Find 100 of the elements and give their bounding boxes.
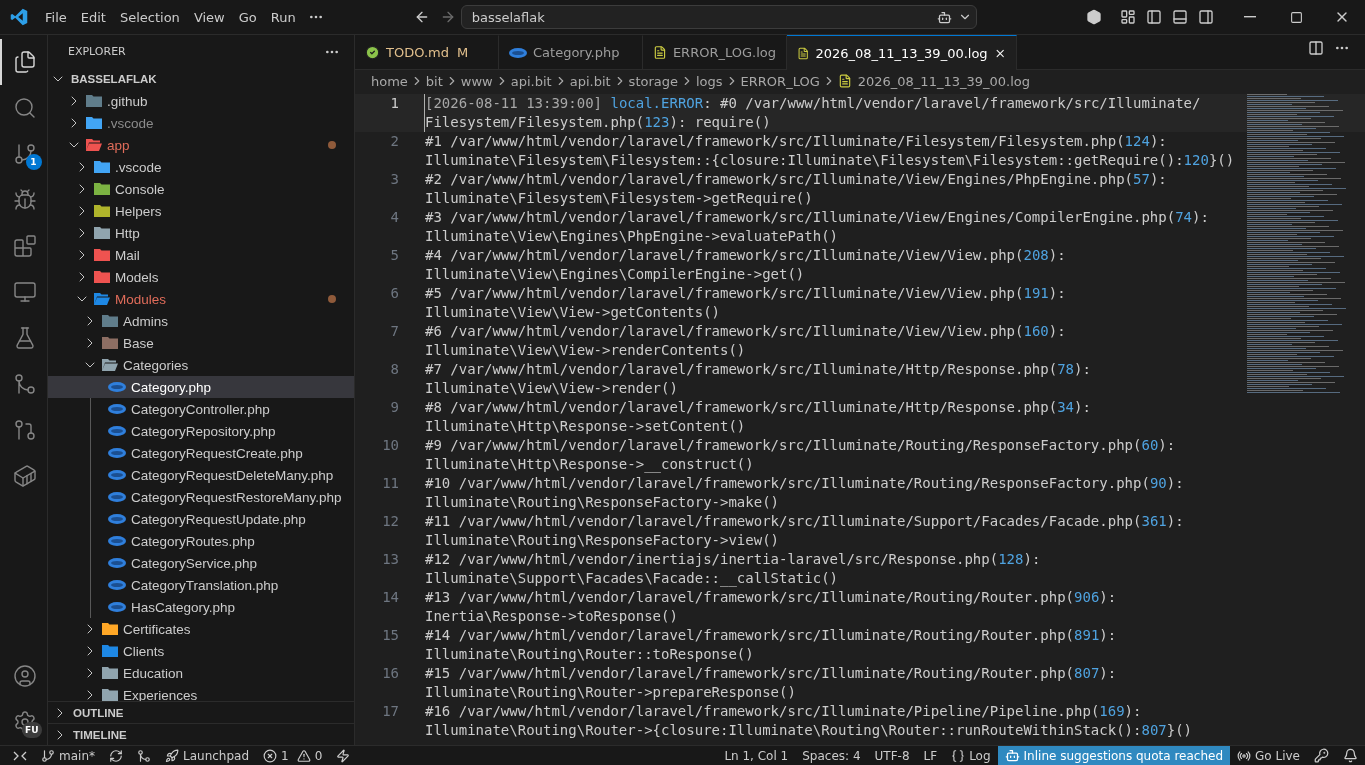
- warning-icon: [296, 748, 311, 763]
- source-control-tab[interactable]: 1: [0, 131, 48, 177]
- line-number: 15: [381, 626, 400, 645]
- log-line: [2026-08-11 13:39:00] local.ERROR: #0 /var/www/html/vendor/laravel/framework/src/Illuminate/ Filesystem/Filesystem.php(123): require(): [424, 94, 1201, 132]
- folder-row[interactable]: Base: [48, 332, 354, 354]
- sync-icon: [109, 748, 123, 763]
- status-item[interactable]: LF: [916, 745, 945, 765]
- count-badge: FU: [22, 722, 42, 738]
- folder-row[interactable]: Categories: [48, 354, 354, 376]
- status-item[interactable]: Spaces: 4: [795, 745, 868, 765]
- maximize-icon: [1289, 10, 1303, 24]
- problems-button[interactable]: 1 0: [256, 745, 330, 765]
- panel-bottom-icon: [1172, 9, 1188, 25]
- bot-icon: [1004, 748, 1020, 763]
- file-row[interactable]: HasCategory.php: [48, 596, 354, 618]
- line-number: 10: [381, 436, 400, 455]
- remote-icon: [13, 749, 27, 762]
- file-row[interactable]: CategoryRequestDeleteMany.php: [48, 464, 354, 486]
- search-icon: [12, 96, 37, 120]
- menu-item[interactable]: Run: [263, 5, 303, 29]
- breadcrumb-item[interactable]: www: [460, 73, 493, 89]
- language-button[interactable]: Log: [944, 745, 998, 765]
- file-row[interactable]: CategoryRequestCreate.php: [48, 442, 354, 464]
- php-file-icon: [108, 492, 126, 502]
- line-number: 1: [389, 94, 400, 113]
- section-header[interactable]: OUTLINE: [48, 701, 354, 723]
- folder-row[interactable]: Http: [48, 222, 354, 244]
- folder-row[interactable]: Modules: [48, 288, 354, 310]
- file-text-icon: [797, 45, 810, 61]
- menu-item[interactable]: Edit: [73, 5, 113, 29]
- line-number: 2: [389, 132, 400, 151]
- folder-row[interactable]: .vscode: [48, 156, 354, 178]
- breadcrumb-item[interactable]: bit: [425, 73, 443, 89]
- branch-button[interactable]: main*: [34, 745, 102, 765]
- line-number: 3: [389, 170, 400, 189]
- log-line: #1 /var/www/html/vendor/laravel/framework/src/Illuminate/Filesystem/Filesystem.php(124): Illuminate\Filesystem\Filesystem::{closure:Illuminate\Filesystem\Filesystem::getRequire():120}(): [424, 132, 1235, 170]
- file-row[interactable]: CategoryRoutes.php: [48, 530, 354, 552]
- file-row[interactable]: CategoryRepository.php: [48, 420, 354, 442]
- breadcrumb-item[interactable]: logs: [696, 73, 723, 89]
- files-icon: [12, 50, 37, 74]
- log-line: #15 /var/www/html/vendor/laravel/framework/src/Illuminate/Routing/Router.php(807): Illuminate\Routing\Router->prepareResponse(): [424, 664, 1117, 702]
- log-line: #9 /var/www/html/vendor/laravel/framework/src/Illuminate/Routing/ResponseFactory.php(60): Illuminate\Http\Response->__construct(): [424, 436, 1176, 474]
- php-file-icon: [108, 470, 126, 480]
- breadcrumb-item[interactable]: api.bit: [569, 73, 611, 89]
- command-center[interactable]: basselaflak: [460, 5, 977, 29]
- project-header[interactable]: BASSELAFLAK: [48, 68, 354, 90]
- php-file-icon: [509, 47, 527, 58]
- go-live-button[interactable]: Go Live: [1230, 745, 1307, 765]
- branch-icon: [12, 142, 37, 166]
- breadcrumb-item[interactable]: 2026_08_11_13_39_00.log: [857, 73, 1030, 89]
- line-number: 8: [389, 360, 400, 379]
- folder-row[interactable]: .vscode: [48, 112, 354, 134]
- folder-row[interactable]: Admins: [48, 310, 354, 332]
- file-row[interactable]: Category.php: [48, 376, 354, 398]
- file-row[interactable]: CategoryService.php: [48, 552, 354, 574]
- menu-item[interactable]: Go: [231, 5, 264, 29]
- file-row[interactable]: CategoryRequestUpdate.php: [48, 508, 354, 530]
- status-item[interactable]: Ln 1, Col 1: [717, 745, 796, 765]
- php-file-icon: [108, 536, 126, 546]
- folder-row[interactable]: .github: [48, 90, 354, 112]
- log-line: #6 /var/www/html/vendor/laravel/framework/src/Illuminate/View/View.php(160): Illuminate\View\View->renderContents(): [424, 322, 1066, 360]
- menu-item[interactable]: View: [186, 5, 232, 29]
- log-line: #10 /var/www/html/vendor/laravel/framework/src/Illuminate/Routing/ResponseFactory.php(90): Illuminate\Routing\ResponseFactory->make(): [424, 474, 1184, 512]
- hexagon-icon: [1086, 9, 1102, 25]
- folder-row[interactable]: Mail: [48, 244, 354, 266]
- log-line: #13 /var/www/html/vendor/laravel/framework/src/Illuminate/Routing/Router.php(906): Inertia\Response->toResponse(): [424, 588, 1117, 626]
- folder-row[interactable]: Console: [48, 178, 354, 200]
- panel-left-icon: [1146, 9, 1162, 25]
- folder-row[interactable]: Helpers: [48, 200, 354, 222]
- menu-item[interactable]: File: [38, 5, 74, 29]
- log-line: #8 /var/www/html/vendor/laravel/framework/src/Illuminate/Http/Response.php(34): Illuminate\Http\Response->setContent(): [424, 398, 1091, 436]
- branch-icon: [41, 748, 55, 763]
- line-number: 6: [389, 284, 400, 303]
- file-row[interactable]: CategoryTranslation.php: [48, 574, 354, 596]
- file-row[interactable]: CategoryRequestRestoreMany.php: [48, 486, 354, 508]
- php-file-icon: [108, 426, 126, 436]
- php-file-icon: [108, 382, 126, 392]
- folder-row[interactable]: Education: [48, 662, 354, 684]
- menu-item[interactable]: Selection: [112, 5, 187, 29]
- breadcrumb-item[interactable]: api.bit: [510, 73, 552, 89]
- status-item[interactable]: UTF-8: [867, 745, 917, 765]
- line-number: 5: [389, 246, 400, 265]
- container-icon: [12, 464, 37, 488]
- file-row[interactable]: CategoryController.php: [48, 398, 354, 420]
- log-line: #12 /var/www/html/vendor/inertiajs/inertia-laravel/src/Response.php(128): Illuminate\Support\Facades\Facade::__callStatic(): [424, 550, 1041, 588]
- line-number: 17: [381, 702, 400, 721]
- folder-row[interactable]: app: [48, 134, 354, 156]
- folder-row[interactable]: Models: [48, 266, 354, 288]
- copilot-status[interactable]: Inline suggestions quota reached: [997, 745, 1231, 765]
- settings-button[interactable]: FU: [0, 699, 48, 745]
- breadcrumb-item[interactable]: home: [371, 73, 408, 89]
- breadcrumb-item[interactable]: ERROR_LOG: [740, 73, 820, 89]
- editor-tab[interactable]: 2026_08_11_13_39_00.log: [787, 35, 1017, 70]
- file-text-icon: [653, 45, 667, 60]
- breadcrumb-item[interactable]: storage: [628, 73, 678, 89]
- folder-row[interactable]: Clients: [48, 640, 354, 662]
- log-line: #11 /var/www/html/vendor/laravel/framework/src/Illuminate/Support/Facades/Facade.php(361): Illuminate\Routing\ResponseFactory->view(): [424, 512, 1184, 550]
- launchpad-button[interactable]: Launchpad: [158, 745, 257, 765]
- check-circle-icon: [365, 45, 380, 60]
- folder-row[interactable]: Certificates: [48, 618, 354, 640]
